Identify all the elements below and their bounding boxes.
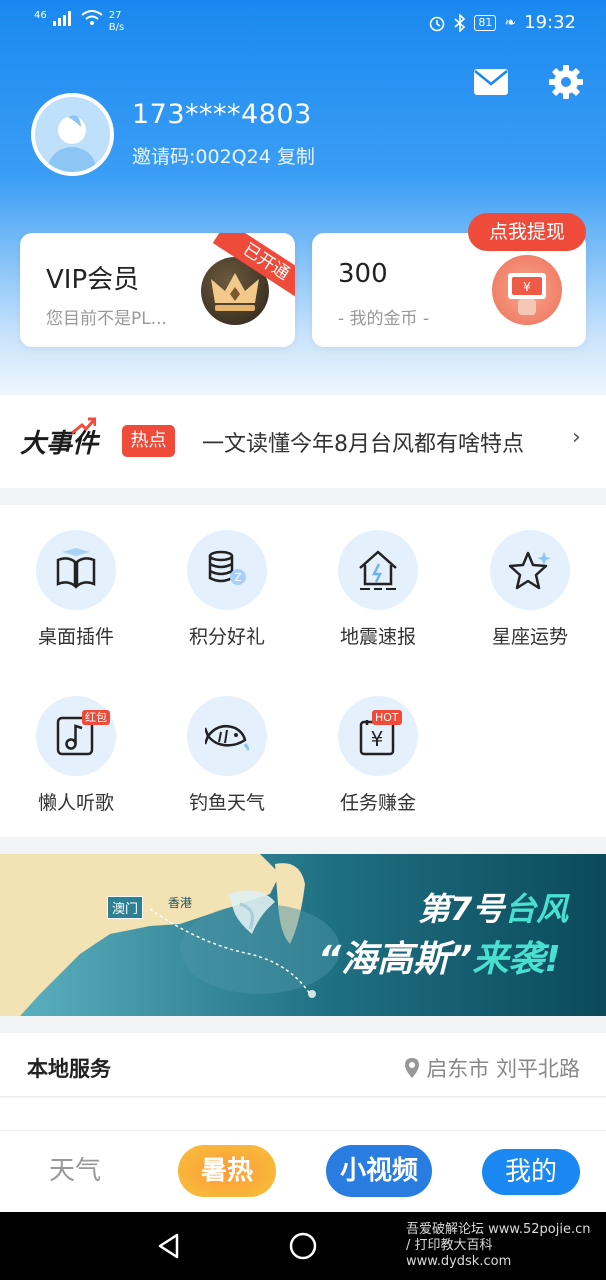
svg-text:¥: ¥ [523,280,531,294]
grid-item-tasks[interactable]: ¥ HOT 任务赚金 [303,696,453,815]
withdraw-button[interactable]: 点我提现 [468,213,586,251]
vip-title: VIP会员 [46,265,140,295]
local-services-title: 本地服务 [27,1057,111,1081]
banner-line1-highlight: 台风 [504,890,569,928]
hot-tag: 热点 [122,425,175,457]
tab-weather[interactable]: 天气 [20,1145,130,1197]
grid-item-fishing[interactable]: 钓鱼天气 [152,696,302,815]
location-text: 启东市 刘平北路 [426,1057,580,1081]
grid-item-horoscope[interactable]: 星座运势 [455,530,605,649]
location-selector[interactable]: 启东市 刘平北路 [404,1053,580,1083]
svg-text:¥: ¥ [371,727,384,751]
grid-label: 地震速报 [339,626,416,648]
battery-indicator: 81 [474,14,497,31]
clock: 19:32 [524,12,576,33]
back-icon[interactable] [155,1232,183,1260]
city-hongkong: 香港 [168,896,193,910]
tab-short-video[interactable]: 小视频 [326,1145,432,1197]
news-headline[interactable]: 一文读懂今年8月台风都有啥特点 [202,426,524,458]
bottom-tab-bar: 天气 暑热 小视频 我的 [0,1130,606,1212]
home-icon[interactable] [288,1231,318,1261]
grid-item-earthquake[interactable]: 地震速报 [303,530,453,649]
profile-header: 46 27 B/s 81 ❧ 19:32 173****4803 邀请码:002… [0,0,606,395]
gear-icon[interactable] [547,63,585,101]
news-bar[interactable]: 大事件 热点 一文读懂今年8月台风都有啥特点 › [0,395,606,488]
grid-item-points[interactable]: Z 积分好礼 [152,530,302,649]
banner-line2-name: “海高斯” [318,939,473,980]
red-packet-badge: 红包 [82,710,110,725]
grid-label: 星座运势 [491,626,568,648]
trend-arrow-icon [71,417,96,435]
star-icon [490,530,570,610]
svg-text:Z: Z [234,571,242,584]
local-services-header: 本地服务 启东市 刘平北路 [0,1033,606,1097]
banner-line1-num: 7 [450,890,473,928]
vip-card[interactable]: VIP会员 您目前不是PL... 已开通 [20,233,295,347]
cash-icon: ¥ [492,255,562,325]
location-pin-icon [405,1058,420,1078]
vip-ribbon-wrap: 已开通 [165,233,295,313]
status-bar: 46 27 B/s 81 ❧ 19:32 [0,0,606,46]
typhoon-banner[interactable]: 澳门 香港 第7号台风 “海高斯”来袭! [0,854,606,1016]
grid-item-widgets[interactable]: 桌面插件 [1,530,151,649]
banner-line2: “海高斯”来袭! [318,930,561,982]
bluetooth-icon [454,13,466,32]
signal-icon [52,11,71,26]
fish-icon [187,696,267,776]
coins-icon: Z [187,530,267,610]
user-phone: 173****4803 [132,99,312,130]
vip-subtitle: 您目前不是PL... [46,309,167,329]
hot-badge: HOT [372,710,402,725]
grid-label: 任务赚金 [339,792,416,814]
task-icon: ¥ HOT [338,696,418,776]
coins-subtitle: - 我的金币 - [338,309,430,329]
coins-value: 300 [338,259,388,289]
banner-line1: 第7号台风 [418,884,568,930]
widget-icon [36,530,116,610]
grid-label: 懒人听歌 [37,792,114,814]
tab-mine[interactable]: 我的 [482,1149,580,1195]
signal-label: 46 [34,10,47,21]
grid-label: 积分好礼 [188,626,265,648]
local-services-body [0,1098,606,1130]
leaf-icon: ❧ [504,14,517,31]
house-quake-icon [338,530,418,610]
grid-label: 桌面插件 [37,626,114,648]
chevron-right-icon[interactable]: › [572,425,581,450]
banner-line1-mid: 号 [472,890,505,928]
banner-line1-prefix: 第 [418,890,451,928]
banner-line2-suffix: 来袭! [472,939,561,980]
tab-summer-heat[interactable]: 暑热 [178,1145,276,1197]
net-speed: 27 B/s [108,10,125,33]
wifi-icon [81,10,103,25]
vip-ribbon: 已开通 [212,233,295,303]
feature-grid: 桌面插件 Z 积分好礼 地震速报 星座运势 红包 懒人听歌 钓鱼天气 ¥ HOT… [0,505,606,837]
system-nav-bar: 吾爱破解论坛 www.52pojie.cn / 打印教大百科 www.dydsk… [0,1212,606,1280]
grid-item-music[interactable]: 红包 懒人听歌 [1,696,151,815]
avatar-default-icon [48,115,96,172]
invite-code[interactable]: 邀请码:002Q24 复制 [132,142,315,169]
mail-icon[interactable] [473,68,509,96]
music-icon: 红包 [36,696,116,776]
grid-label: 钓鱼天气 [188,792,265,814]
alarm-icon [430,16,445,31]
city-macau: 澳门 [107,896,144,919]
avatar[interactable] [31,93,114,176]
watermark: 吾爱破解论坛 www.52pojie.cn / 打印教大百科 www.dydsk… [406,1222,591,1269]
